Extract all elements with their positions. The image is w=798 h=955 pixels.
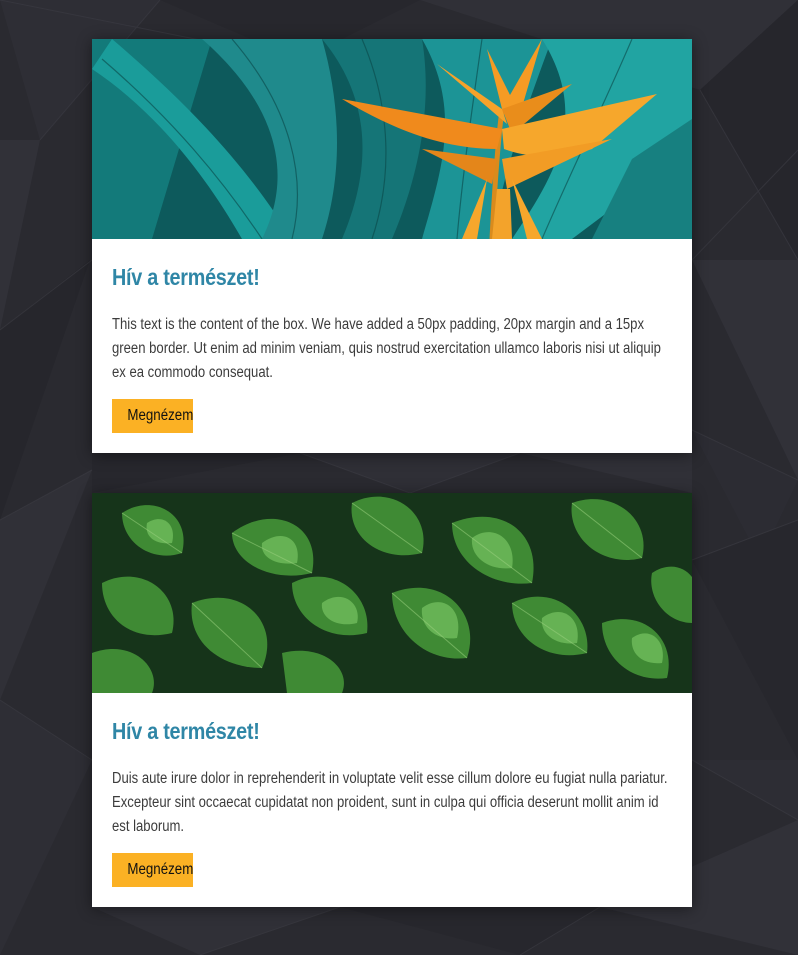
- card-nature-2: Hív a természet! Duis aute irure dolor i…: [92, 493, 692, 907]
- card-title: Hív a természet!: [112, 264, 260, 290]
- card-text: This text is the content of the box. We …: [112, 316, 661, 381]
- card-image-green-leaves: [92, 493, 692, 693]
- view-button-label: Megnézem: [127, 407, 194, 424]
- view-button[interactable]: Megnézem: [112, 853, 193, 887]
- card-text: Duis aute irure dolor in reprehenderit i…: [112, 770, 668, 835]
- card-title: Hív a természet!: [112, 718, 260, 744]
- card-image-tropical-leaves: [92, 39, 692, 239]
- view-button[interactable]: Megnézem: [112, 399, 193, 433]
- card-nature-1: Hív a természet! This text is the conten…: [92, 39, 692, 453]
- view-button-label: Megnézem: [127, 861, 194, 878]
